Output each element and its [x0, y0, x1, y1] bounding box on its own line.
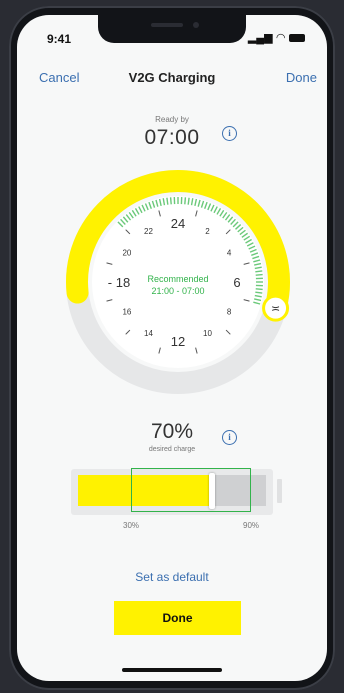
recommended-tick [255, 270, 263, 273]
recommended-tick [169, 197, 172, 205]
charge-slider-handle[interactable] [209, 473, 215, 509]
desired-charge-percent: 70% [150, 420, 194, 443]
home-indicator [122, 668, 222, 672]
hour-label: 2 [205, 227, 210, 236]
recommended-tick [255, 273, 263, 276]
battery-tip [277, 479, 282, 503]
hour-label: 14 [144, 329, 153, 338]
recommended-tick [255, 291, 263, 294]
recommended-label: Recommended [147, 274, 208, 284]
hour-label: 4 [227, 249, 232, 258]
charge-max-label: 90% [243, 521, 260, 530]
hour-label: 20 [122, 249, 131, 258]
charge-recommended-range [131, 468, 251, 512]
info-icon[interactable]: i [222, 430, 237, 445]
recommended-tick [166, 197, 169, 205]
hour-label: - 18 [108, 275, 130, 290]
recommended-tick [184, 197, 187, 205]
hour-label: 10 [203, 329, 212, 338]
plug-icon: ≍ [271, 302, 280, 315]
set-as-default-button[interactable]: Set as default [17, 570, 327, 584]
recommended-tick [255, 288, 263, 291]
app-screen: 9:41 ▂▄▆ ◠ Cancel V2G Charging Done Read… [17, 15, 327, 681]
hour-label: 22 [144, 227, 153, 236]
hour-label: 24 [171, 216, 185, 231]
done-button[interactable]: Done [114, 601, 241, 635]
hour-label: 12 [171, 334, 185, 349]
hour-label: 6 [233, 275, 240, 290]
recommended-tick [187, 197, 190, 205]
charge-min-label: 30% [123, 521, 140, 530]
hour-label: 16 [122, 308, 131, 317]
hour-label: 8 [227, 308, 232, 317]
recommended-range: 21:00 - 07:00 [151, 286, 204, 296]
desired-charge-label: desired charge [148, 446, 196, 453]
